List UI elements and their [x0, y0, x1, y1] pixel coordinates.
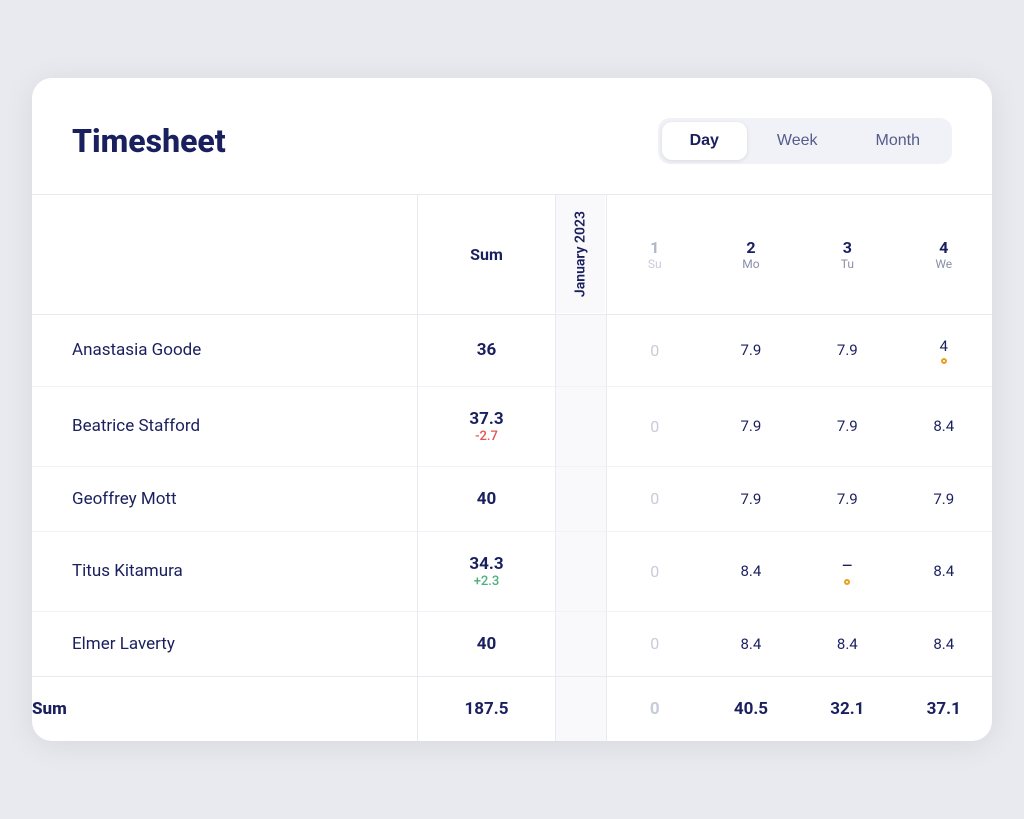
col-name [32, 195, 418, 314]
col-day-1: 1 Su [606, 195, 702, 314]
sum-row: Sum 187.5 0 40.5 32.1 37.1 [32, 676, 992, 741]
day-value: 0 [606, 611, 702, 676]
day-value: – [799, 531, 895, 611]
table-row: Elmer Laverty 40 0 8.4 8.4 8.4 [32, 611, 992, 676]
view-btn-month[interactable]: Month [848, 122, 948, 160]
employee-name: Beatrice Stafford [32, 386, 418, 466]
month-spacer [555, 611, 606, 676]
day-value: 8.4 [896, 531, 992, 611]
month-spacer [555, 386, 606, 466]
sum-day-value: 32.1 [799, 676, 895, 741]
alert-dot [844, 579, 850, 585]
sum-day-value: 37.1 [896, 676, 992, 741]
view-btn-day[interactable]: Day [662, 122, 747, 160]
col-day-2: 2 Mo [703, 195, 799, 314]
header: Timesheet Day Week Month [32, 118, 992, 194]
day-value: 7.9 [703, 314, 799, 386]
header-row: Sum January 2023 1 Su 2 Mo 3 Tu [32, 195, 992, 314]
employee-name: Elmer Laverty [32, 611, 418, 676]
sum-day-value: 0 [606, 676, 702, 741]
page-title: Timesheet [72, 122, 226, 160]
sum-day-value: 40.5 [703, 676, 799, 741]
sum-value: 34.3 +2.3 [418, 531, 556, 611]
month-spacer [555, 676, 606, 741]
table-row: Titus Kitamura 34.3 +2.3 0 8.4 – 8.4 [32, 531, 992, 611]
employee-name: Anastasia Goode [32, 314, 418, 386]
table-wrapper: Sum January 2023 1 Su 2 Mo 3 Tu [32, 194, 992, 740]
month-spacer [555, 314, 606, 386]
day-value: 7.9 [799, 386, 895, 466]
timesheet-table: Sum January 2023 1 Su 2 Mo 3 Tu [32, 194, 992, 740]
view-toggle: Day Week Month [658, 118, 952, 164]
day-value: 7.9 [799, 466, 895, 531]
col-sum: Sum [418, 195, 556, 314]
employee-name: Geoffrey Mott [32, 466, 418, 531]
day-value: 7.9 [703, 466, 799, 531]
timesheet-card: Timesheet Day Week Month Sum January 202… [32, 78, 992, 740]
day-value: 8.4 [896, 611, 992, 676]
sum-value: 40 [418, 466, 556, 531]
day-value: 7.9 [703, 386, 799, 466]
day-value: 8.4 [703, 531, 799, 611]
day-value: 0 [606, 314, 702, 386]
view-btn-week[interactable]: Week [749, 122, 846, 160]
day-value: 0 [606, 466, 702, 531]
sum-row-label: Sum [32, 676, 418, 741]
day-value: 8.4 [799, 611, 895, 676]
employee-name: Titus Kitamura [32, 531, 418, 611]
month-spacer [555, 466, 606, 531]
table-row: Geoffrey Mott 40 0 7.9 7.9 7.9 [32, 466, 992, 531]
col-month: January 2023 [555, 195, 606, 314]
sum-value: 36 [418, 314, 556, 386]
table-row: Anastasia Goode 36 0 7.9 7.9 4 [32, 314, 992, 386]
day-value: 8.4 [896, 386, 992, 466]
sum-value: 37.3 -2.7 [418, 386, 556, 466]
day-value: 7.9 [896, 466, 992, 531]
day-value: 0 [606, 386, 702, 466]
day-value: 4 [896, 314, 992, 386]
alert-dot [941, 358, 947, 364]
day-value: 0 [606, 531, 702, 611]
table-row: Beatrice Stafford 37.3 -2.7 0 7.9 7.9 8.… [32, 386, 992, 466]
col-day-3: 3 Tu [799, 195, 895, 314]
col-day-4: 4 We [896, 195, 992, 314]
sum-row-total: 187.5 [418, 676, 556, 741]
month-spacer [555, 531, 606, 611]
day-value: 8.4 [703, 611, 799, 676]
sum-value: 40 [418, 611, 556, 676]
day-value: 7.9 [799, 314, 895, 386]
